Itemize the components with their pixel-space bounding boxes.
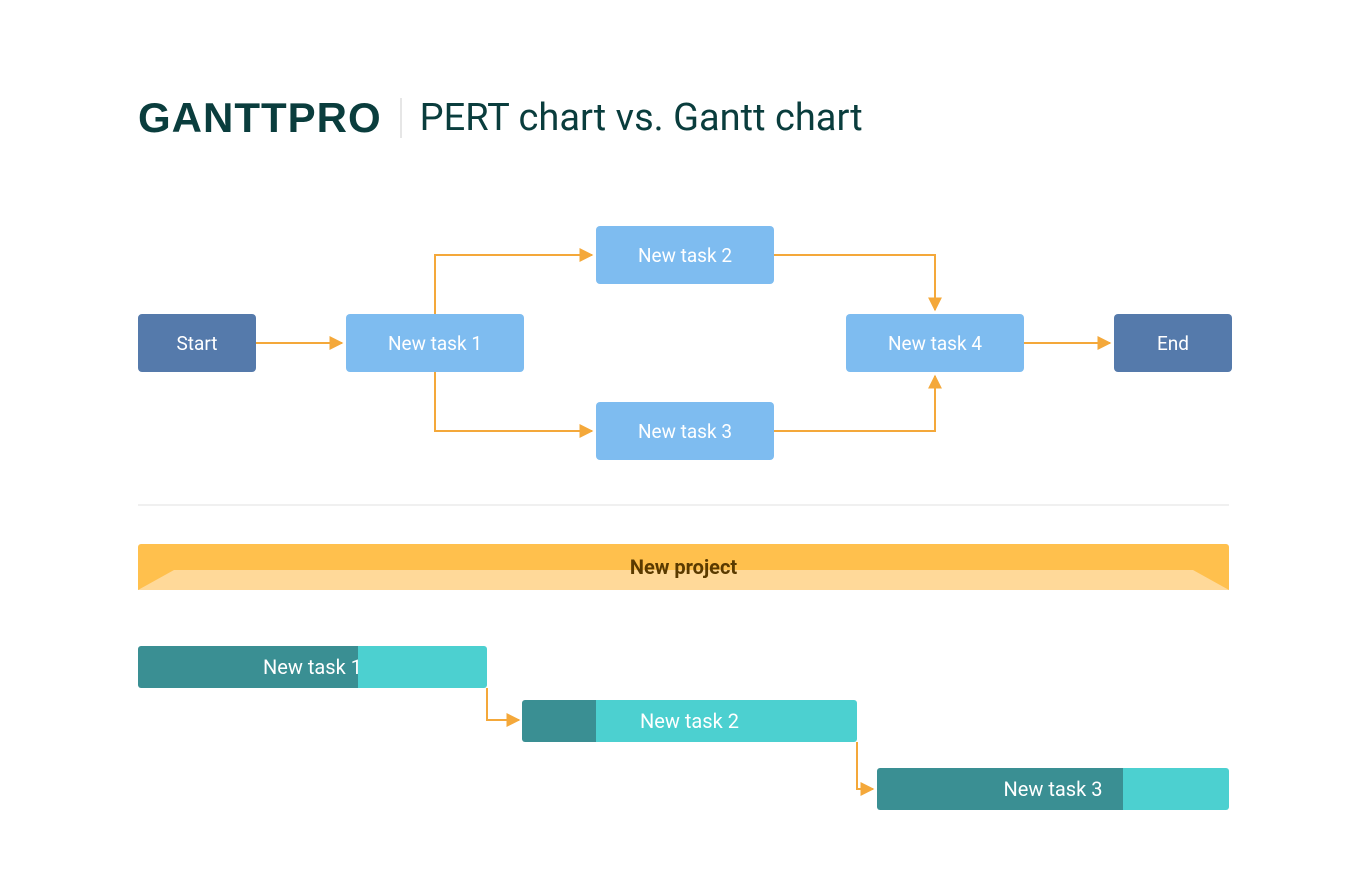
header: GANTTPRO PERT chart vs. Gantt chart — [138, 94, 863, 142]
pert-node-label: New task 2 — [638, 244, 732, 267]
gantt-bar-label: New task 2 — [522, 709, 857, 733]
gantt-project-bar-wrap: New project — [138, 544, 1229, 590]
gantt-connector-1-2 — [487, 688, 519, 720]
gantt-bar-label: New task 1 — [138, 655, 487, 679]
pert-node-start: Start — [138, 314, 256, 372]
gantt-bar-3: New task 3 — [877, 768, 1229, 810]
pert-node-label: New task 3 — [638, 420, 732, 443]
logo: GANTTPRO — [138, 94, 382, 142]
pert-node-task3: New task 3 — [596, 402, 774, 460]
arrow-t2-t4 — [774, 255, 935, 310]
pert-node-task4: New task 4 — [846, 314, 1024, 372]
gantt-bar-label: New task 3 — [877, 777, 1229, 801]
pert-node-label: Start — [177, 332, 218, 355]
project-bar-cap-left — [138, 570, 174, 590]
gantt-project-bar: New project — [138, 544, 1229, 590]
arrow-t3-t4 — [774, 376, 935, 431]
section-separator — [138, 504, 1229, 506]
gantt-connector-2-3 — [857, 742, 873, 789]
diagram-canvas: GANTTPRO PERT chart vs. Gantt chart Star… — [0, 0, 1368, 888]
pert-node-end: End — [1114, 314, 1232, 372]
pert-node-label: New task 4 — [888, 332, 982, 355]
gantt-bar-2: New task 2 — [522, 700, 857, 742]
pert-node-task2: New task 2 — [596, 226, 774, 284]
page-title: PERT chart vs. Gantt chart — [420, 96, 863, 140]
header-divider — [400, 98, 402, 138]
gantt-bar-1: New task 1 — [138, 646, 487, 688]
gantt-project-label: New project — [630, 555, 737, 579]
arrow-t1-t3 — [435, 372, 592, 431]
pert-node-label: End — [1157, 332, 1189, 355]
pert-node-task1: New task 1 — [346, 314, 524, 372]
arrow-t1-t2 — [435, 255, 592, 314]
pert-node-label: New task 1 — [388, 332, 482, 355]
project-bar-cap-right — [1193, 570, 1229, 590]
